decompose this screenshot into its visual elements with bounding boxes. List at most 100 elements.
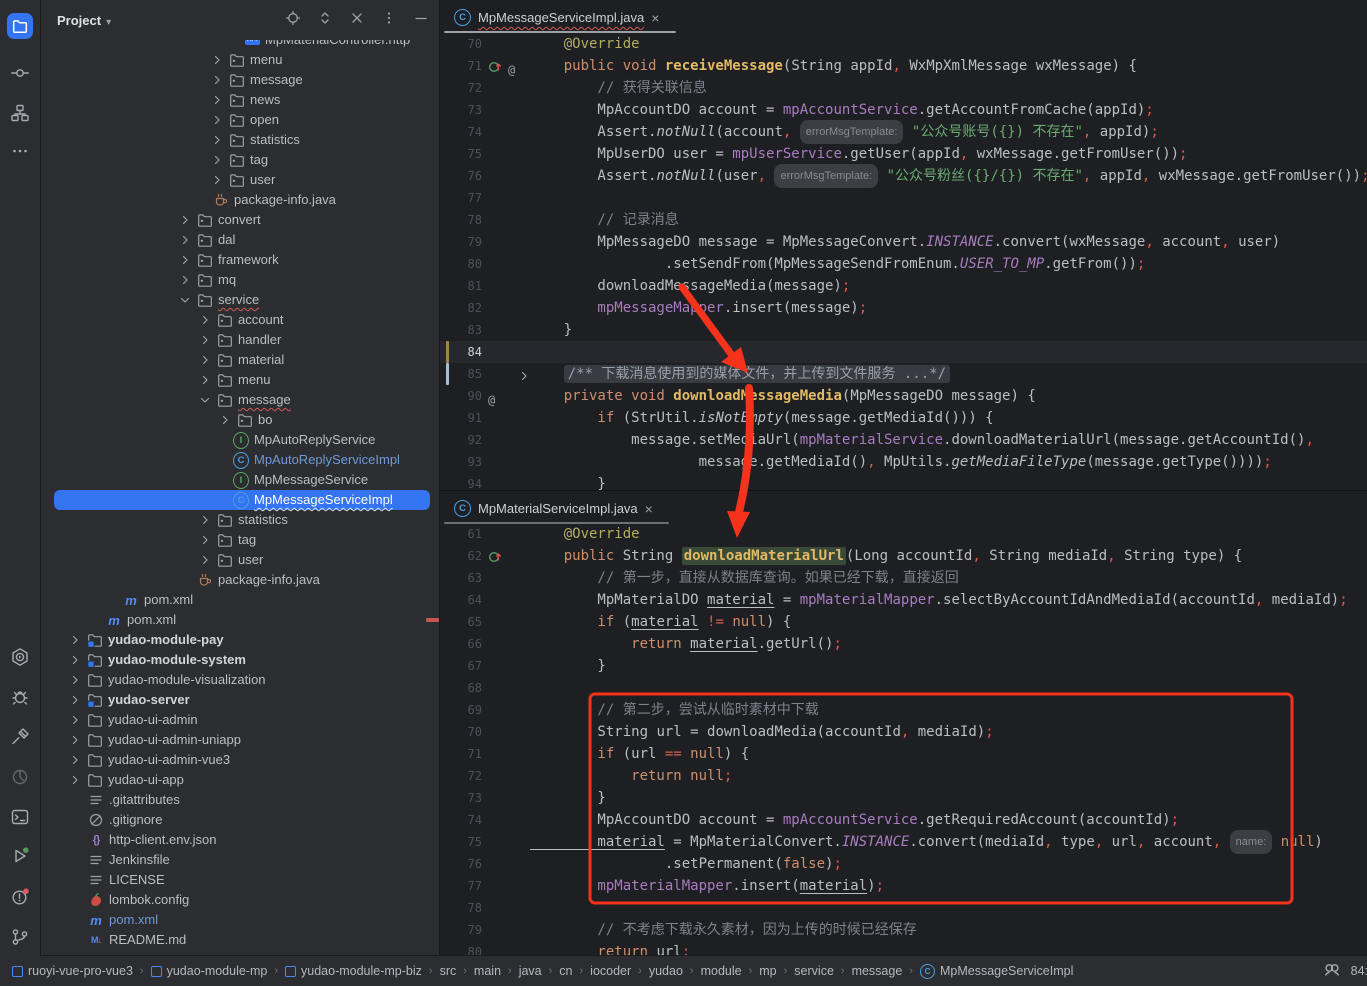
tree-item-package-info-java[interactable]: package-info.java xyxy=(41,190,439,210)
breadcrumb[interactable]: ruoyi-vue-pro-vue3›yudao-module-mp›yudao… xyxy=(12,964,1073,979)
tree-item-statistics[interactable]: statistics xyxy=(41,130,439,150)
code-line-75[interactable]: 75 MpUserDO user = mpUserService.getUser… xyxy=(440,143,1367,165)
updown-icon[interactable] xyxy=(317,10,333,31)
tree-item-account[interactable]: account xyxy=(41,310,439,330)
tree-item-convert[interactable]: convert xyxy=(41,210,439,230)
chevron-right-icon[interactable] xyxy=(199,314,211,326)
code-line-93[interactable]: 93 message.getMediaId(), MpUtils.getMedi… xyxy=(440,451,1367,473)
chevron-down-icon[interactable] xyxy=(179,294,191,306)
tree-item-lombok-config[interactable]: lombok.config xyxy=(41,890,439,910)
code-line-79[interactable]: 79 // 不考虑下载永久素材，因为上传的时候已经保存 xyxy=(440,919,1367,941)
tree-item--gitattributes[interactable]: .gitattributes xyxy=(41,790,439,810)
code-line-74[interactable]: 74 MpAccountDO account = mpAccountServic… xyxy=(440,809,1367,831)
chevron-right-icon[interactable] xyxy=(219,414,231,426)
tree-item-http-client-env-json[interactable]: {}http-client.env.json xyxy=(41,830,439,850)
tab-mpmessageserviceimpl[interactable]: C MpMessageServiceImpl.java × xyxy=(444,3,669,32)
tree-item-tag[interactable]: tag xyxy=(41,150,439,170)
tree-item-yudao-ui-admin-uniapp[interactable]: yudao-ui-admin-uniapp xyxy=(41,730,439,750)
chevron-right-icon[interactable] xyxy=(69,654,81,666)
tree-item-menu[interactable]: menu xyxy=(41,370,439,390)
chevron-right-icon[interactable] xyxy=(211,74,223,86)
tree-item-license[interactable]: LICENSE xyxy=(41,870,439,890)
chevron-right-icon[interactable] xyxy=(211,154,223,166)
code-line-77[interactable]: 77 xyxy=(440,187,1367,209)
chevron-right-icon[interactable] xyxy=(179,274,191,286)
more-horizontal-icon[interactable] xyxy=(0,134,40,168)
chevron-right-icon[interactable] xyxy=(199,354,211,366)
code-line-83[interactable]: 83 } xyxy=(440,319,1367,341)
tree-item-service[interactable]: service xyxy=(41,290,439,310)
code-line-90[interactable]: 90@ private void downloadMessageMedia(Mp… xyxy=(440,385,1367,407)
tree-item-mpautoreplyservice[interactable]: IMpAutoReplyService xyxy=(41,430,439,450)
tree-item-package-info-java[interactable]: package-info.java xyxy=(41,570,439,590)
chevron-right-icon[interactable] xyxy=(69,734,81,746)
project-panel-title[interactable]: Project▾ xyxy=(57,13,111,28)
breadcrumb-item-message[interactable]: message xyxy=(852,964,903,978)
problems-icon[interactable] xyxy=(0,880,40,914)
code-line-75[interactable]: 75 material = MpMaterialConvert.INSTANCE… xyxy=(440,831,1367,853)
code-line-78[interactable]: 78 xyxy=(440,897,1367,919)
caret-position[interactable]: 84:5 xyxy=(1351,964,1367,978)
code-line-91[interactable]: 91 if (StrUtil.isNotEmpty(message.getMed… xyxy=(440,407,1367,429)
code-line-84[interactable]: 84 xyxy=(440,341,1367,363)
code-line-68[interactable]: 68 xyxy=(440,677,1367,699)
project-folder-icon[interactable] xyxy=(0,6,40,46)
tree-item-material[interactable]: material xyxy=(41,350,439,370)
chevron-right-icon[interactable] xyxy=(69,714,81,726)
debug-icon[interactable] xyxy=(0,680,40,714)
profiler-icon[interactable] xyxy=(0,760,40,794)
code-line-67[interactable]: 67 } xyxy=(440,655,1367,677)
tree-item-news[interactable]: news xyxy=(41,90,439,110)
tree-item-bo[interactable]: bo xyxy=(41,410,439,430)
tree-item-pom-xml[interactable]: mpom.xml xyxy=(41,610,439,630)
structure-icon[interactable] xyxy=(0,96,40,130)
chevron-right-icon[interactable] xyxy=(211,54,223,66)
code-line-72[interactable]: 72 return null; xyxy=(440,765,1367,787)
tree-item-mq[interactable]: mq xyxy=(41,270,439,290)
build-icon[interactable] xyxy=(0,720,40,754)
tree-item-yudao-module-visualization[interactable]: yudao-module-visualization xyxy=(41,670,439,690)
chevron-right-icon[interactable] xyxy=(179,234,191,246)
chevron-right-icon[interactable] xyxy=(211,94,223,106)
tree-item-mpmessageservice[interactable]: IMpMessageService xyxy=(41,470,439,490)
code-line-72[interactable]: 72 // 获得关联信息 xyxy=(440,77,1367,99)
project-tree[interactable]: APIMpMaterialController.httpmenumessagen… xyxy=(41,0,439,956)
tree-item-message[interactable]: message xyxy=(41,70,439,90)
overrides-icon[interactable] xyxy=(488,549,502,563)
chevron-right-icon[interactable] xyxy=(211,134,223,146)
code-with-me-icon[interactable] xyxy=(1323,961,1341,982)
chevron-down-icon[interactable] xyxy=(199,394,211,406)
tab-mpmaterialserviceimpl[interactable]: C MpMaterialServiceImpl.java × xyxy=(444,494,663,523)
code-line-63[interactable]: 63 // 第一步，直接从数据库查询。如果已经下载，直接返回 xyxy=(440,567,1367,589)
breadcrumb-item-service[interactable]: service xyxy=(794,964,834,978)
tree-item-jenkinsfile[interactable]: Jenkinsfile xyxy=(41,850,439,870)
tree-item-yudao-ui-admin[interactable]: yudao-ui-admin xyxy=(41,710,439,730)
breadcrumb-item-java[interactable]: java xyxy=(519,964,542,978)
code-line-61[interactable]: 61 @Override xyxy=(440,523,1367,545)
tree-item-tag[interactable]: tag xyxy=(41,530,439,550)
breadcrumb-item-module[interactable]: module xyxy=(701,964,742,978)
code-line-74[interactable]: 74 Assert.notNull(account, errorMsgTempl… xyxy=(440,121,1367,143)
code-line-92[interactable]: 92 message.setMediaUrl(mpMaterialService… xyxy=(440,429,1367,451)
tree-item-pom-xml[interactable]: mpom.xml xyxy=(41,910,439,930)
code-line-73[interactable]: 73 MpAccountDO account = mpAccountServic… xyxy=(440,99,1367,121)
tree-item-menu[interactable]: menu xyxy=(41,50,439,70)
code-line-70[interactable]: 70 @Override xyxy=(440,33,1367,55)
code-line-94[interactable]: 94 } xyxy=(440,473,1367,490)
commit-icon[interactable] xyxy=(0,56,40,90)
tree-item-dal[interactable]: dal xyxy=(41,230,439,250)
code-line-71[interactable]: 71@ public void receiveMessage(String ap… xyxy=(440,55,1367,77)
breadcrumb-item-mp[interactable]: mp xyxy=(759,964,776,978)
chevron-right-icon[interactable] xyxy=(199,334,211,346)
code-line-80[interactable]: 80 .setSendFrom(MpMessageSendFromEnum.US… xyxy=(440,253,1367,275)
run-icon[interactable] xyxy=(0,839,40,873)
chevron-right-icon[interactable] xyxy=(179,214,191,226)
tree-item-yudao-server[interactable]: yudao-server xyxy=(41,690,439,710)
chevron-right-icon[interactable] xyxy=(199,534,211,546)
tree-item-yudao-module-system[interactable]: yudao-module-system xyxy=(41,650,439,670)
code-line-85[interactable]: 85 /** 下载消息使用到的媒体文件，并上传到文件服务 ...*/ xyxy=(440,363,1367,385)
chevron-right-icon[interactable] xyxy=(199,554,211,566)
chevron-right-icon[interactable] xyxy=(69,634,81,646)
chevron-right-icon[interactable] xyxy=(69,754,81,766)
annotation-icon[interactable]: @ xyxy=(508,59,522,73)
